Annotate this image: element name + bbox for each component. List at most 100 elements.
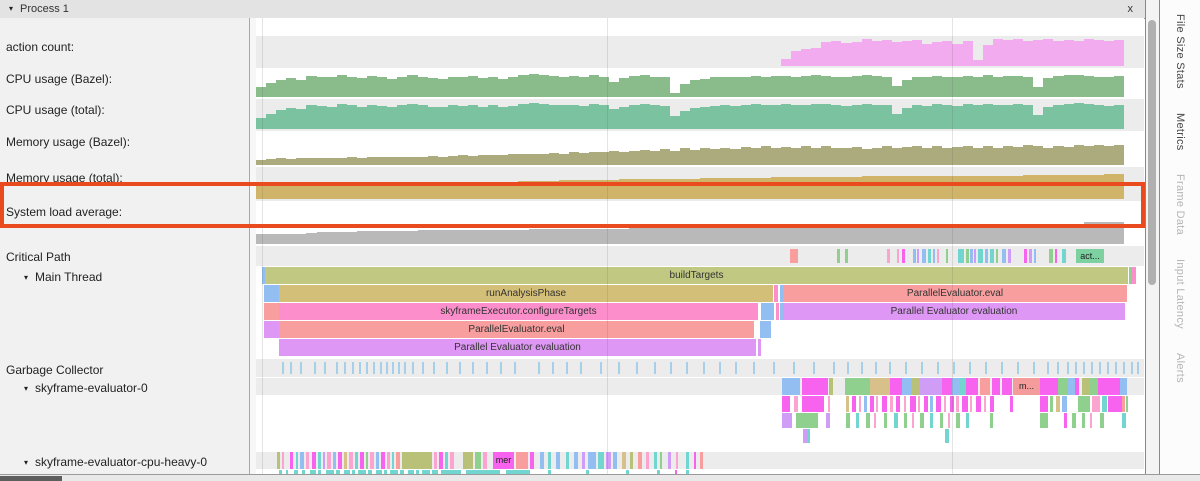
trace-segment[interactable] xyxy=(719,362,721,374)
trace-segment[interactable] xyxy=(966,413,969,428)
collapse-icon[interactable]: ▾ xyxy=(24,273,28,282)
trace-segment[interactable] xyxy=(290,452,293,469)
trace-segment[interactable] xyxy=(996,249,998,263)
trace-segment[interactable] xyxy=(976,396,981,412)
trace-segment[interactable] xyxy=(1131,362,1133,374)
trace-segment[interactable] xyxy=(1050,396,1053,412)
vertical-scrollbar[interactable] xyxy=(1146,0,1159,474)
trace-segment[interactable] xyxy=(314,362,316,374)
track-garbage-collector[interactable] xyxy=(256,359,1144,377)
trace-segment[interactable] xyxy=(646,452,649,469)
trace-segment[interactable] xyxy=(813,362,815,374)
track-mem-bazel[interactable] xyxy=(256,131,1144,167)
trace-segment[interactable] xyxy=(845,378,870,395)
trace-segment[interactable] xyxy=(828,396,830,412)
track-mem-total[interactable] xyxy=(256,167,1144,201)
trace-segment[interactable] xyxy=(654,362,656,374)
trace-badge[interactable]: act... xyxy=(1076,249,1104,263)
trace-segment[interactable] xyxy=(398,362,400,374)
vertical-scrollbar-thumb[interactable] xyxy=(1148,20,1156,285)
trace-segment[interactable] xyxy=(566,362,568,374)
trace-segment[interactable] xyxy=(1029,249,1032,263)
timeline-area[interactable]: act...buildTargetsrunAnalysisPhaseParall… xyxy=(256,18,1144,474)
trace-segment[interactable] xyxy=(846,413,850,428)
trace-segment[interactable] xyxy=(1002,249,1006,263)
trace-segment[interactable] xyxy=(1072,413,1076,428)
trace-segment[interactable] xyxy=(985,362,987,374)
trace-segment[interactable] xyxy=(956,396,959,412)
trace-segment[interactable] xyxy=(386,362,388,374)
trace-segment[interactable] xyxy=(1010,396,1013,412)
trace-segment[interactable] xyxy=(1078,396,1090,412)
counter-chart-action-count[interactable] xyxy=(256,39,1144,66)
trace-segment[interactable] xyxy=(566,452,569,469)
trace-segment[interactable] xyxy=(933,249,935,263)
trace-segment[interactable] xyxy=(870,378,890,395)
trace-segment[interactable] xyxy=(668,452,671,469)
trace-segment[interactable] xyxy=(753,362,755,374)
trace-segment[interactable] xyxy=(1122,396,1125,412)
trace-segment[interactable] xyxy=(300,362,302,374)
trace-segment[interactable] xyxy=(760,321,771,338)
trace-segment[interactable] xyxy=(782,396,790,412)
trace-segment[interactable] xyxy=(1040,396,1048,412)
trace-segment[interactable] xyxy=(540,452,544,469)
horizontal-scrollbar[interactable] xyxy=(0,474,1200,481)
trace-segment[interactable] xyxy=(1082,413,1085,428)
trace-segment[interactable] xyxy=(859,396,861,412)
trace-segment[interactable] xyxy=(282,452,284,469)
trace-segment[interactable] xyxy=(920,413,924,428)
trace-segment[interactable] xyxy=(970,249,973,263)
trace-segment[interactable] xyxy=(984,396,986,412)
tab-frame-data[interactable]: Frame Data xyxy=(1174,174,1186,235)
trace-segment[interactable] xyxy=(913,249,916,263)
trace-segment[interactable] xyxy=(450,452,454,469)
trace-segment[interactable] xyxy=(847,362,849,374)
trace-segment[interactable] xyxy=(433,362,435,374)
trace-segment[interactable] xyxy=(300,452,304,469)
track-critical-path[interactable]: act... xyxy=(256,246,1144,266)
trace-segment[interactable] xyxy=(774,285,778,302)
trace-segment[interactable] xyxy=(1120,378,1127,395)
trace-segment[interactable]: ParallelEvaluator.eval xyxy=(279,321,754,338)
trace-segment[interactable] xyxy=(630,452,633,469)
trace-segment[interactable] xyxy=(376,452,379,469)
trace-badge[interactable]: m... xyxy=(1013,378,1040,395)
trace-segment[interactable] xyxy=(953,362,955,374)
trace-segment[interactable] xyxy=(1062,396,1067,412)
trace-segment[interactable] xyxy=(861,362,863,374)
trace-segment[interactable] xyxy=(1040,413,1048,428)
trace-segment[interactable] xyxy=(974,249,976,263)
trace-segment[interactable] xyxy=(992,378,1000,395)
trace-segment[interactable] xyxy=(598,452,604,469)
trace-segment[interactable] xyxy=(882,396,887,412)
trace-segment[interactable] xyxy=(434,452,437,469)
trace-segment[interactable] xyxy=(962,396,968,412)
trace-segment[interactable] xyxy=(638,452,642,469)
trace-segment[interactable] xyxy=(1024,249,1027,263)
trace-segment[interactable] xyxy=(946,249,948,263)
trace-segment[interactable] xyxy=(486,362,488,374)
trace-segment[interactable] xyxy=(548,452,551,469)
trace-segment[interactable] xyxy=(918,396,920,412)
trace-segment[interactable] xyxy=(921,362,923,374)
trace-segment[interactable] xyxy=(884,413,887,428)
trace-segment[interactable] xyxy=(904,396,906,412)
trace-segment[interactable] xyxy=(956,413,960,428)
trace-segment[interactable] xyxy=(290,362,292,374)
tab-input-latency[interactable]: Input Latency xyxy=(1174,259,1186,329)
trace-segment[interactable] xyxy=(978,249,983,263)
trace-segment[interactable] xyxy=(966,249,969,263)
trace-segment[interactable] xyxy=(1082,378,1090,395)
track-cpu-bazel[interactable] xyxy=(256,68,1144,99)
trace-segment[interactable] xyxy=(856,413,859,428)
trace-segment[interactable] xyxy=(782,378,800,395)
trace-segment[interactable] xyxy=(1123,362,1125,374)
trace-segment[interactable] xyxy=(896,396,900,412)
trace-segment[interactable] xyxy=(937,362,939,374)
trace-segment[interactable] xyxy=(686,362,688,374)
trace-segment[interactable] xyxy=(556,452,560,469)
trace-segment[interactable] xyxy=(1132,267,1136,284)
trace-segment[interactable] xyxy=(796,413,818,428)
trace-segment[interactable] xyxy=(794,396,798,412)
